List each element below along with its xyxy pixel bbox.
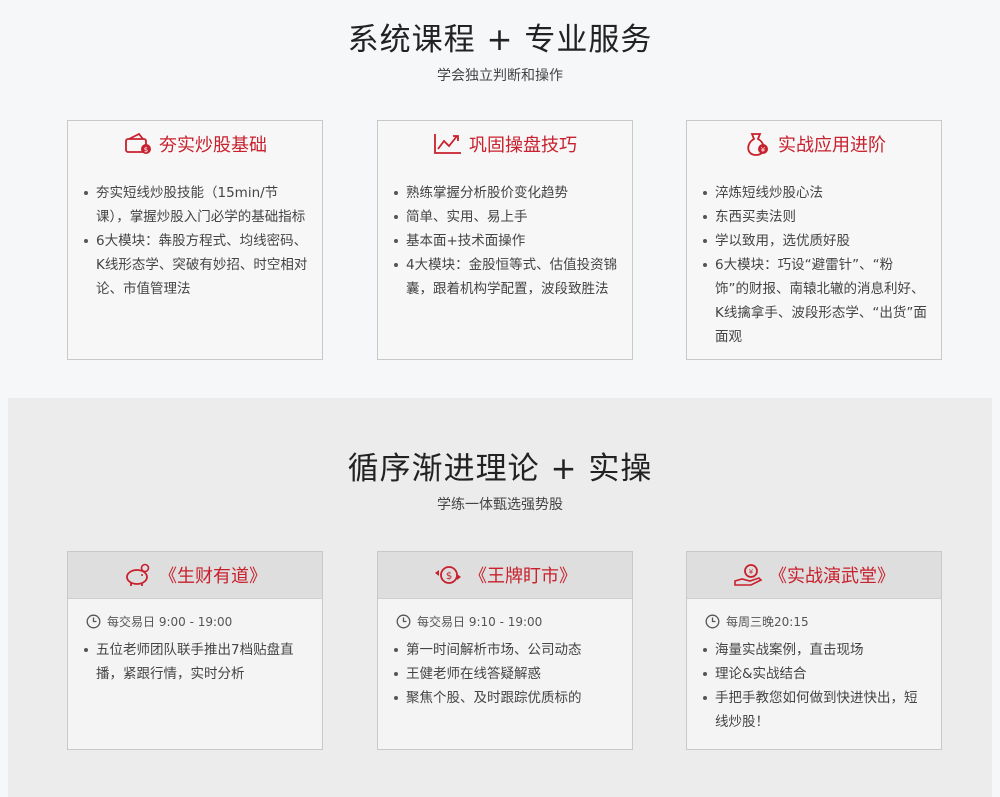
card-list: 五位老师团队联手推出7档贴盘直播，紧跟行情，实时分析	[68, 630, 322, 686]
list-item: 五位老师团队联手推出7档贴盘直播，紧跟行情，实时分析	[84, 638, 308, 686]
course-card-basics: $ 夯实炒股基础 夯实短线炒股技能（15min/节课），掌握炒股入门必学的基础指…	[67, 120, 323, 360]
section-subtitle: 学会独立判断和操作	[437, 68, 563, 84]
list-item: 理论&实战结合	[703, 662, 927, 686]
schedule: 每周三晚20:15	[687, 599, 941, 630]
section-title: 系统课程 + 专业服务	[347, 22, 653, 58]
piggy-bank-icon	[123, 562, 153, 588]
section-title: 循序渐进理论 + 实操	[347, 451, 653, 487]
list-item: 手把手教您如何做到快进快出，短线炒股！	[703, 686, 927, 734]
schedule: 每交易日 9:00 - 19:00	[68, 599, 322, 630]
live-card-yanwutang: ¥ 《实战演武堂》 每周三晚20:15 海量实战案例，直击现场 理论&实战结合 …	[686, 551, 942, 750]
list-item: 4大模块：金股恒等式、估值投资锦囊，跟着机构学配置，波段致胜法	[394, 253, 618, 301]
card-header: ¥ 实战应用进阶	[687, 121, 941, 167]
card-header: $ 夯实炒股基础	[68, 121, 322, 167]
list-item: 熟练掌握分析股价变化趋势	[394, 181, 618, 205]
schedule-text: 每交易日 9:00 - 19:00	[107, 615, 233, 629]
card-header: ¥ 《实战演武堂》	[687, 552, 941, 599]
schedule: 每交易日 9:10 - 19:00	[378, 599, 632, 630]
list-item: 夯实短线炒股技能（15min/节课），掌握炒股入门必学的基础指标	[84, 181, 308, 229]
svg-text:¥: ¥	[749, 568, 754, 576]
card-list: 熟练掌握分析股价变化趋势 简单、实用、易上手 基本面+技术面操作 4大模块：金股…	[378, 167, 632, 301]
money-bag-icon: ¥	[742, 131, 772, 157]
clock-icon	[396, 614, 411, 629]
coin-exchange-icon: $	[433, 562, 463, 588]
svg-text:$: $	[446, 571, 452, 582]
list-item: 学以致用，选优质好股	[703, 229, 927, 253]
card-title: 巩固操盘技巧	[469, 135, 577, 156]
trend-chart-icon	[433, 131, 463, 157]
section-courses: 系统课程 + 专业服务 学会独立判断和操作 $ 夯实炒股基础 夯实短线炒股技能（…	[0, 0, 1000, 398]
card-title: 《实战演武堂》	[769, 566, 895, 587]
list-item: 东西买卖法则	[703, 205, 927, 229]
section-subtitle: 学练一体甄选强势股	[437, 497, 563, 513]
card-list: 淬炼短线炒股心法 东西买卖法则 学以致用，选优质好股 6大模块：巧设“避雷针”、…	[687, 167, 941, 349]
hand-coin-icon: ¥	[733, 562, 763, 588]
card-header: $ 《王牌盯市》	[378, 552, 632, 599]
wallet-icon: $	[123, 131, 153, 157]
clock-icon	[86, 614, 101, 629]
card-list: 第一时间解析市场、公司动态 王健老师在线答疑解惑 聚焦个股、及时跟踪优质标的	[378, 630, 632, 710]
schedule-text: 每交易日 9:10 - 19:00	[417, 615, 543, 629]
course-card-advanced: ¥ 实战应用进阶 淬炼短线炒股心法 东西买卖法则 学以致用，选优质好股 6大模块…	[686, 120, 942, 360]
svg-text:$: $	[144, 146, 148, 154]
live-card-wangpai: $ 《王牌盯市》 每交易日 9:10 - 19:00 第一时间解析市场、公司动态…	[377, 551, 633, 750]
live-card-shengcai: 《生财有道》 每交易日 9:00 - 19:00 五位老师团队联手推出7档贴盘直…	[67, 551, 323, 750]
list-item: 聚焦个股、及时跟踪优质标的	[394, 686, 618, 710]
card-list: 海量实战案例，直击现场 理论&实战结合 手把手教您如何做到快进快出，短线炒股！	[687, 630, 941, 734]
list-item: 海量实战案例，直击现场	[703, 638, 927, 662]
card-title: 实战应用进阶	[778, 135, 886, 156]
list-item: 简单、实用、易上手	[394, 205, 618, 229]
card-header: 巩固操盘技巧	[378, 121, 632, 167]
card-title: 《王牌盯市》	[469, 566, 577, 587]
svg-text:¥: ¥	[761, 146, 766, 154]
course-card-skills: 巩固操盘技巧 熟练掌握分析股价变化趋势 简单、实用、易上手 基本面+技术面操作 …	[377, 120, 633, 360]
list-item: 王健老师在线答疑解惑	[394, 662, 618, 686]
list-item: 6大模块：犇股方程式、均线密码、K线形态学、突破有妙招、时空相对论、市值管理法	[84, 229, 308, 301]
card-title: 《生财有道》	[159, 566, 267, 587]
card-header: 《生财有道》	[68, 552, 322, 599]
card-list: 夯实短线炒股技能（15min/节课），掌握炒股入门必学的基础指标 6大模块：犇股…	[68, 167, 322, 301]
list-item: 6大模块：巧设“避雷针”、“粉饰”的财报、南辕北辙的消息利好、K线擒拿手、波段形…	[703, 253, 927, 349]
clock-icon	[705, 614, 720, 629]
schedule-text: 每周三晚20:15	[726, 615, 809, 629]
card-title: 夯实炒股基础	[159, 135, 267, 156]
list-item: 淬炼短线炒股心法	[703, 181, 927, 205]
list-item: 基本面+技术面操作	[394, 229, 618, 253]
list-item: 第一时间解析市场、公司动态	[394, 638, 618, 662]
